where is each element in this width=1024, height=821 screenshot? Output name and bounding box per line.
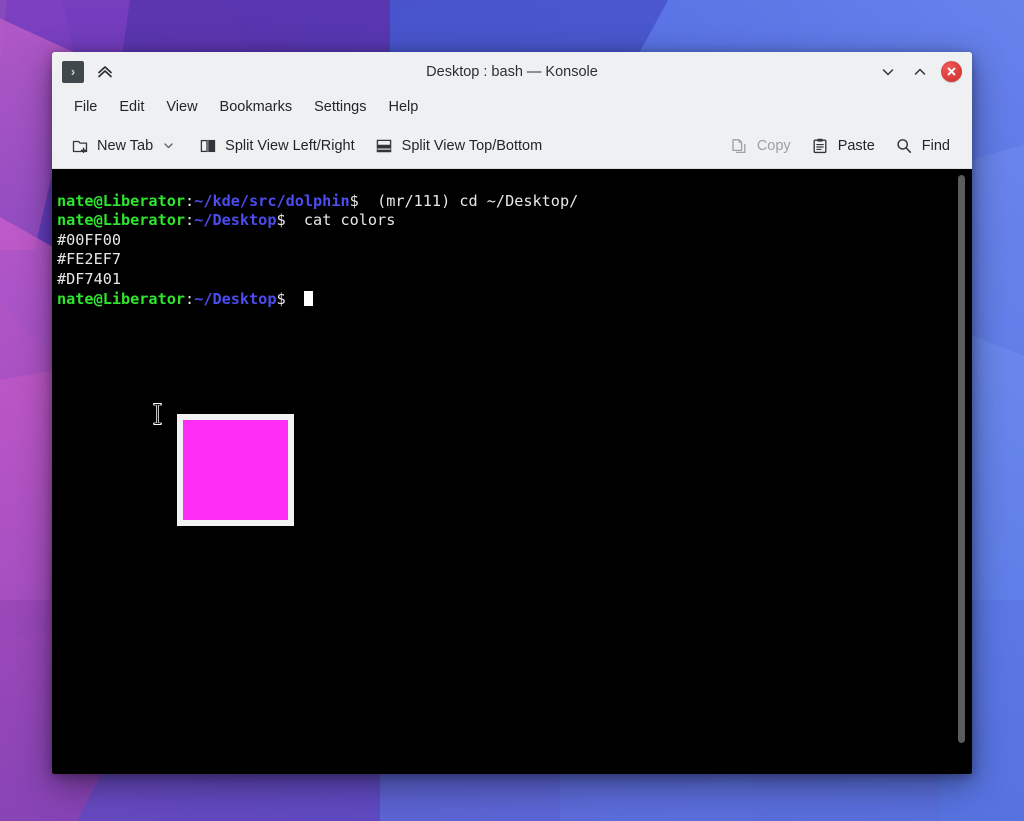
menu-settings[interactable]: Settings [304,95,376,119]
copy-button: Copy [722,131,799,160]
copy-label: Copy [757,138,791,154]
block-cursor [304,291,313,306]
terminal-output-line: #DF7401 [57,270,578,290]
terminal-line: nate@Liberator:~/Desktop$ cat colors [57,211,578,231]
prompt-user: nate@Liberator [57,290,185,308]
menu-help[interactable]: Help [378,95,428,119]
close-x-icon [945,65,958,78]
terminal-output-area[interactable]: nate@Liberator:~/kde/src/dolphin$ (mr/11… [52,169,972,774]
chevron-down-icon[interactable] [159,136,178,155]
prompt-separator: : [185,290,194,308]
prompt-user: nate@Liberator [57,192,185,210]
i-beam-text-cursor [153,403,162,425]
menu-view[interactable]: View [156,95,207,119]
terminal-command: (mr/111) cd ~/Desktop/ [359,192,578,210]
prompt-dollar: $ [350,192,359,210]
split-view-top-bottom-label: Split View Top/Bottom [402,138,543,154]
terminal-text: nate@Liberator:~/kde/src/dolphin$ (mr/11… [57,172,578,348]
desktop-wallpaper: › Desktop : bash — Konsole [0,0,1024,821]
new-tab-button[interactable]: New Tab [62,131,186,161]
prompt-dollar: $ [276,211,285,229]
terminal-line: nate@Liberator:~/Desktop$ [57,290,578,310]
split-left-right-icon [198,136,217,155]
window-title: Desktop : bash — Konsole [52,52,972,91]
prompt-separator: : [185,211,194,229]
new-tab-icon [70,136,89,155]
terminal-scrollbar-track[interactable] [958,169,969,774]
terminal-command [286,290,304,308]
prompt-user: nate@Liberator [57,211,185,229]
terminal-output-line: #00FF00 [57,231,578,251]
split-view-top-bottom-button[interactable]: Split View Top/Bottom [367,131,551,160]
window-titlebar[interactable]: › Desktop : bash — Konsole [52,52,972,91]
maximize-button[interactable] [905,57,935,87]
paste-icon [811,136,830,155]
menu-file[interactable]: File [64,95,107,119]
terminal-output-line: #FE2EF7 [57,250,578,270]
menubar: File Edit View Bookmarks Settings Help [52,91,972,123]
search-icon [895,136,914,155]
menu-bookmarks[interactable]: Bookmarks [210,95,303,119]
find-button[interactable]: Find [887,131,958,160]
split-top-bottom-icon [375,136,394,155]
color-preview-swatch [183,420,288,520]
double-chevron-up-icon[interactable] [94,61,116,83]
terminal-line: nate@Liberator:~/kde/src/dolphin$ (mr/11… [57,192,578,212]
prompt-path: ~/Desktop [194,211,276,229]
prompt-path: ~/kde/src/dolphin [194,192,349,210]
new-tab-label: New Tab [97,138,153,154]
paste-button[interactable]: Paste [803,131,883,160]
close-button[interactable] [941,61,962,82]
split-view-left-right-button[interactable]: Split View Left/Right [190,131,363,160]
terminal-scrollbar-thumb[interactable] [958,175,965,743]
copy-icon [730,136,749,155]
menu-edit[interactable]: Edit [109,95,154,119]
prompt-path: ~/Desktop [194,290,276,308]
find-label: Find [922,138,950,154]
paste-label: Paste [838,138,875,154]
terminal-command: cat colors [286,211,396,229]
prompt-separator: : [185,192,194,210]
split-view-left-right-label: Split View Left/Right [225,138,355,154]
color-preview-tooltip [177,414,294,526]
prompt-dollar: $ [276,290,285,308]
toolbar: New Tab Split View Left/Right [52,123,972,169]
konsole-window: › Desktop : bash — Konsole [52,52,972,774]
terminal-prompt-icon: › [62,61,84,83]
minimize-button[interactable] [873,57,903,87]
